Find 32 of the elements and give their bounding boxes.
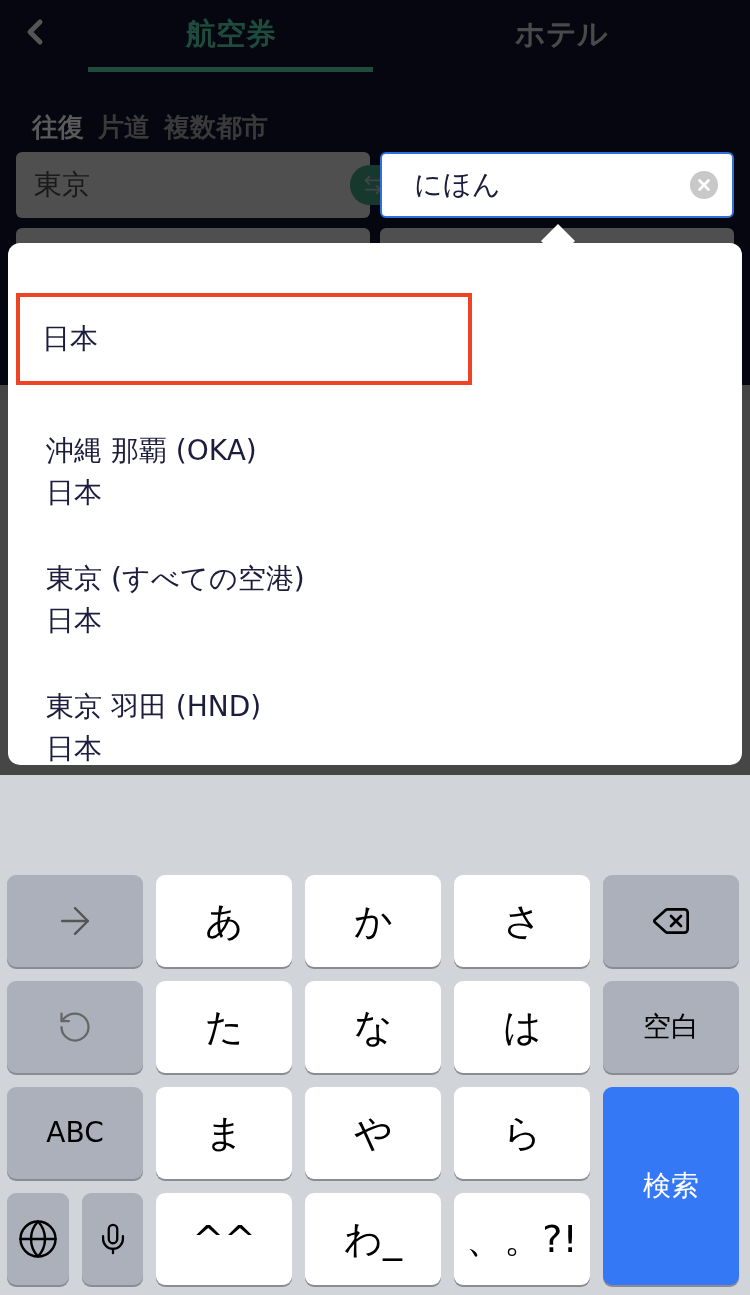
- key[interactable]: や: [305, 1087, 441, 1179]
- airport-name: 沖縄 那覇 (OKA): [46, 433, 257, 469]
- key[interactable]: ABC: [7, 1087, 143, 1179]
- microphone-key[interactable]: [82, 1193, 143, 1285]
- airport-name: 東京 (すべての空港): [46, 561, 305, 597]
- destination-field[interactable]: にほん: [380, 152, 734, 218]
- key[interactable]: か: [305, 875, 441, 967]
- globe-icon: [17, 1218, 59, 1260]
- key[interactable]: 空白: [603, 981, 739, 1073]
- clear-icon[interactable]: [690, 171, 718, 199]
- country-name: 日本: [46, 475, 102, 511]
- airport-name: 東京 羽田 (HND): [46, 689, 262, 725]
- backspace-key[interactable]: [603, 875, 739, 967]
- country-name: 日本: [46, 603, 102, 639]
- globe-key[interactable]: [7, 1193, 69, 1285]
- suggestion-item[interactable]: 東京 羽田 (HND) 日本: [8, 661, 742, 765]
- suggestion-item[interactable]: 沖縄 那覇 (OKA) 日本: [8, 405, 742, 533]
- key[interactable]: ま: [156, 1087, 292, 1179]
- key[interactable]: あ: [156, 875, 292, 967]
- key[interactable]: ら: [454, 1087, 590, 1179]
- key[interactable]: 、。?!: [454, 1193, 590, 1285]
- search-key[interactable]: 検索: [603, 1087, 739, 1285]
- key[interactable]: た: [156, 981, 292, 1073]
- key[interactable]: ^^: [156, 1193, 292, 1285]
- country-name: 日本: [46, 731, 102, 765]
- suggestion-item[interactable]: 東京 (すべての空港) 日本: [8, 533, 742, 661]
- suggestion-item[interactable]: 日本: [16, 293, 472, 385]
- key[interactable]: な: [305, 981, 441, 1073]
- undo-icon: [57, 1009, 93, 1045]
- key[interactable]: さ: [454, 875, 590, 967]
- key[interactable]: は: [454, 981, 590, 1073]
- key[interactable]: わ_: [305, 1193, 441, 1285]
